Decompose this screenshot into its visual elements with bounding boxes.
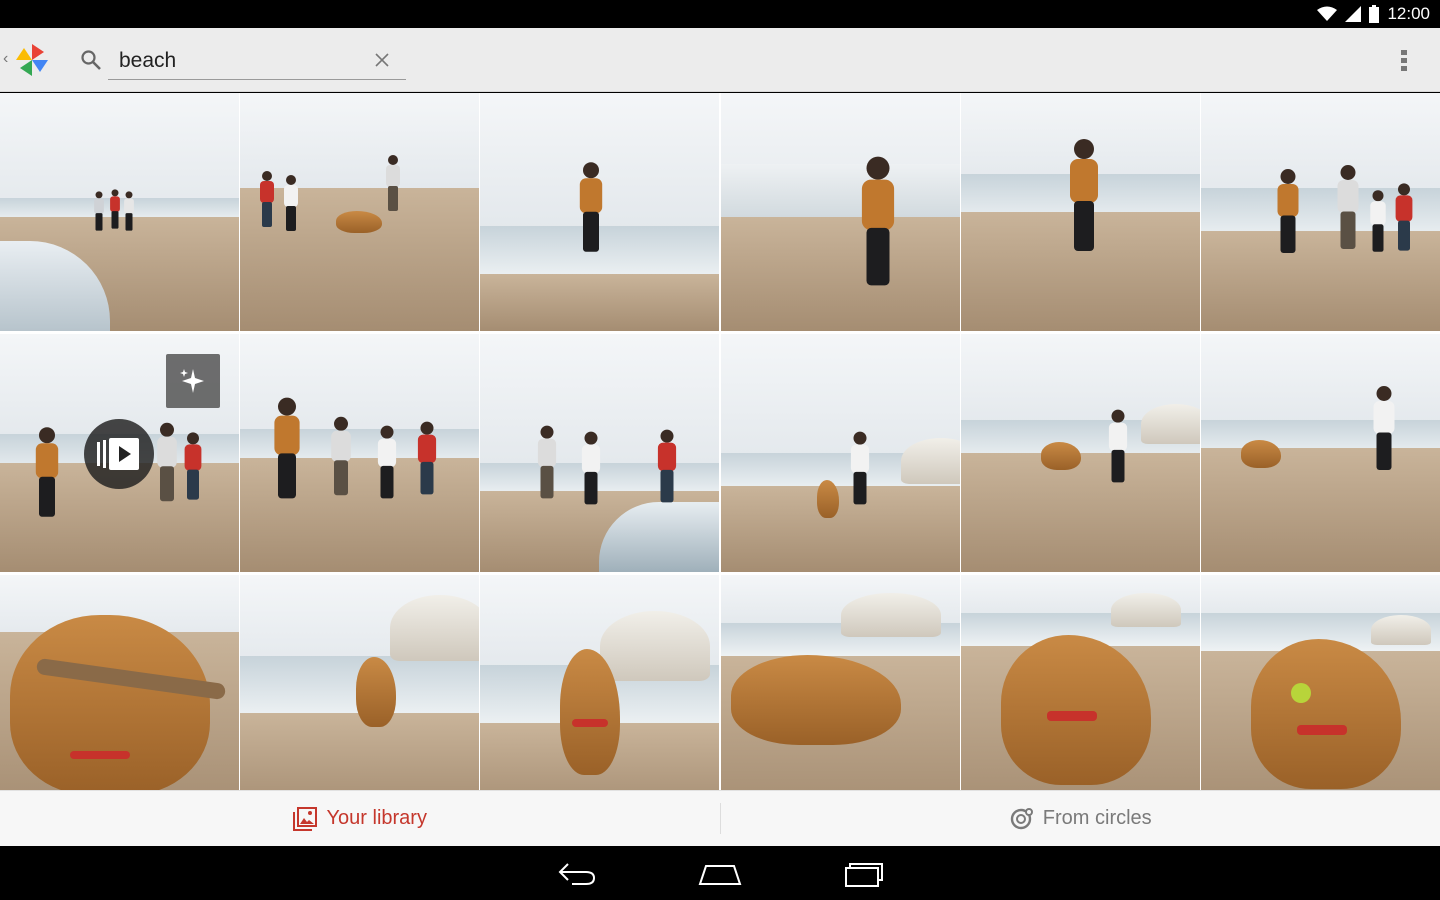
photo-tile[interactable]: [720, 93, 960, 331]
clock: 12:00: [1387, 4, 1430, 23]
tab-label-circles: From circles: [1042, 807, 1152, 829]
photo-tile[interactable]: [1200, 93, 1440, 331]
bottom-tab-bar: Your library From circles: [0, 790, 1440, 846]
signal-icon: [1345, 6, 1362, 22]
search-input[interactable]: [119, 48, 359, 74]
search-icon: [81, 50, 101, 70]
close-icon[interactable]: [372, 50, 392, 70]
photo-tile[interactable]: [240, 334, 480, 572]
photo-tile[interactable]: [0, 93, 239, 331]
wifi-icon: [1317, 6, 1338, 21]
photo-tile[interactable]: [960, 334, 1200, 572]
photo-tile[interactable]: [1200, 334, 1440, 572]
photo-tile[interactable]: [720, 334, 960, 572]
photo-tile[interactable]: [480, 93, 720, 331]
photo-tile[interactable]: [480, 334, 720, 572]
photo-tile[interactable]: [960, 575, 1200, 813]
photo-grid: [0, 93, 1440, 813]
back-icon[interactable]: [556, 860, 596, 886]
photo-tile[interactable]: [720, 575, 960, 813]
photo-tile[interactable]: [0, 334, 239, 572]
photo-tile[interactable]: [960, 93, 1200, 331]
photo-tile[interactable]: [0, 575, 239, 813]
recent-apps-icon[interactable]: [844, 860, 884, 888]
google-photos-pinwheel-icon[interactable]: [14, 42, 50, 78]
overflow-menu-icon[interactable]: [1392, 48, 1416, 74]
action-bar: ‹: [0, 28, 1440, 92]
photo-library-icon: [292, 806, 317, 831]
system-navigation-bar: [0, 846, 1440, 900]
motion-play-icon[interactable]: [84, 419, 154, 489]
photo-tile[interactable]: [240, 575, 480, 813]
tab-from-circles[interactable]: From circles: [721, 791, 1440, 846]
status-bar: 12:00: [0, 0, 1440, 28]
tab-your-library[interactable]: Your library: [0, 803, 721, 834]
up-chevron-icon[interactable]: ‹: [3, 50, 8, 68]
photo-tile[interactable]: [1200, 575, 1440, 813]
photo-tile[interactable]: [480, 575, 720, 813]
search-field: [108, 42, 406, 80]
battery-icon: [1369, 5, 1380, 23]
photo-tile[interactable]: [240, 93, 480, 331]
circles-icon: [1010, 807, 1033, 829]
tab-label-library: Your library: [326, 807, 427, 829]
sparkle-icon: [166, 354, 220, 408]
home-icon[interactable]: [698, 860, 742, 886]
